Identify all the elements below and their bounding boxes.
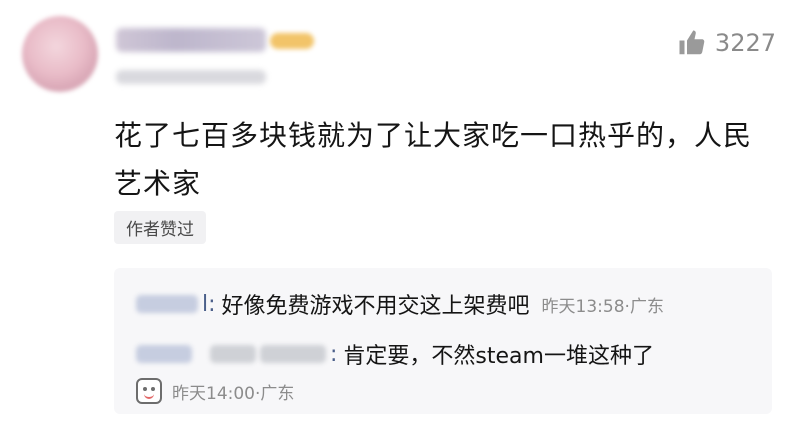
footer-location: ·广东 bbox=[255, 383, 295, 404]
thumbs-up-icon bbox=[679, 30, 705, 55]
like-count: 3227 bbox=[714, 29, 776, 57]
emoji-face-icon[interactable] bbox=[136, 378, 162, 404]
like-button[interactable]: 3227 bbox=[677, 28, 776, 58]
reply-username-blurred[interactable] bbox=[136, 345, 192, 363]
reply-item[interactable]: : 肯定要，不然steam一堆这种了 bbox=[136, 338, 654, 370]
user-badge-blurred bbox=[270, 33, 314, 49]
reply-text: 肯定要，不然steam一堆这种了 bbox=[343, 344, 654, 369]
reply-item[interactable]: l: 好像免费游戏不用交这上架费吧 昨天13:58 ·广东 bbox=[136, 288, 664, 320]
username-blurred[interactable] bbox=[116, 28, 266, 52]
post-meta-blurred bbox=[116, 70, 266, 84]
replies-footer: 昨天14:00 ·广东 bbox=[136, 378, 294, 404]
reply-to-tail[interactable]: : bbox=[330, 342, 337, 367]
reply-to-username-blurred[interactable] bbox=[260, 345, 326, 363]
author-liked-tag: 作者赞过 bbox=[114, 211, 206, 244]
reply-location: ·广东 bbox=[624, 296, 664, 317]
reply-username-blurred[interactable] bbox=[136, 295, 198, 313]
avatar[interactable] bbox=[22, 16, 98, 92]
reply-time: 昨天13:58 bbox=[541, 296, 625, 317]
comment-text: 花了七百多块钱就为了让大家吃一口热乎的，人民艺术家 bbox=[114, 119, 753, 200]
reply-arrow-blurred bbox=[210, 345, 256, 363]
footer-time: 昨天14:00 bbox=[172, 383, 255, 404]
reply-username-tail[interactable]: l: bbox=[202, 292, 216, 317]
reply-text: 好像免费游戏不用交这上架费吧 bbox=[221, 294, 530, 319]
